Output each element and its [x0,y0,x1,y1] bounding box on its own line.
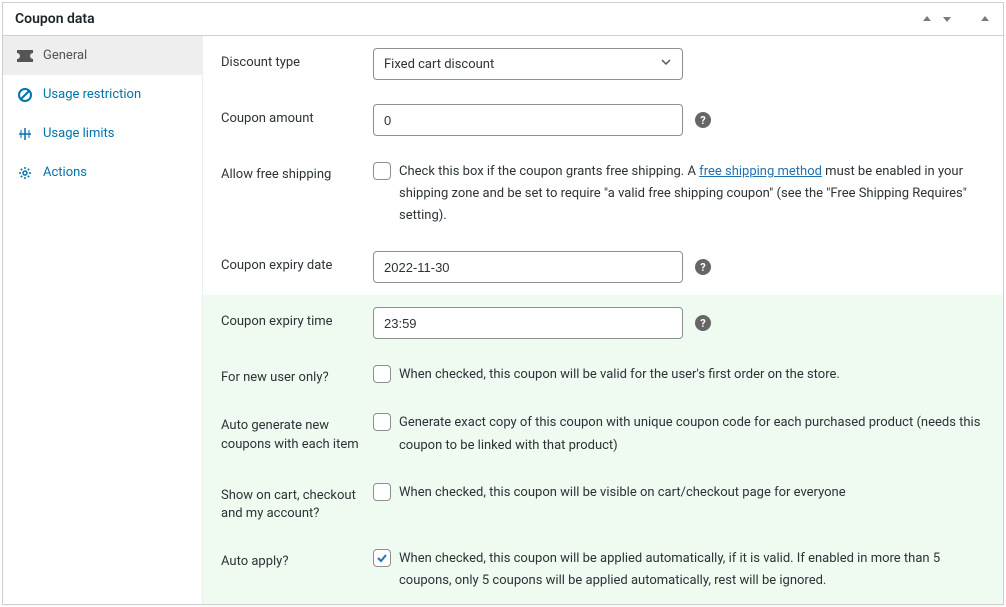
move-up-icon[interactable] [921,13,933,25]
sidebar: General Usage restriction Usage limits A… [3,36,203,604]
row-coupon-amount: Coupon amount ? [203,92,1003,148]
move-down-icon[interactable] [941,13,953,25]
panel-header-controls [921,13,991,25]
label-coupon-amount: Coupon amount [221,104,373,128]
label-new-user: For new user only? [221,363,373,387]
discount-type-select[interactable]: Fixed cart discount [373,48,683,80]
row-new-user: For new user only? When checked, this co… [203,351,1003,399]
label-auto-generate: Auto generate new coupons with each item [221,411,373,453]
row-free-shipping: Allow free shipping Check this box if th… [203,148,1003,239]
sidebar-item-usage-limits[interactable]: Usage limits [3,114,202,153]
gear-icon [17,166,33,180]
collapse-toggle-icon[interactable] [979,13,991,25]
ban-icon [17,88,33,102]
new-user-desc: When checked, this coupon will be valid … [399,363,840,386]
new-user-checkbox[interactable] [373,365,391,383]
row-discount-type: Discount type Fixed cart discount [203,36,1003,92]
row-expiry-time: Coupon expiry time ? [203,295,1003,351]
chevron-down-icon [660,56,672,72]
panel-header: Coupon data [3,3,1003,36]
sidebar-item-label: Actions [43,165,87,180]
auto-apply-desc: When checked, this coupon will be applie… [399,547,969,592]
label-discount-type: Discount type [221,48,373,72]
sidebar-item-usage-restriction[interactable]: Usage restriction [3,75,202,114]
extended-options-block: Coupon expiry time ? For new user only? … [203,295,1003,604]
row-expiry-date: Coupon expiry date ? [203,239,1003,295]
panel-body: General Usage restriction Usage limits A… [3,36,1003,604]
discount-type-value: Fixed cart discount [384,57,494,72]
label-expiry-time: Coupon expiry time [221,307,373,331]
free-shipping-desc: Check this box if the coupon grants free… [399,160,985,227]
help-icon[interactable]: ? [695,112,711,128]
sidebar-item-actions[interactable]: Actions [3,153,202,192]
panel-title: Coupon data [15,11,95,27]
auto-generate-desc: Generate exact copy of this coupon with … [399,411,985,456]
sidebar-item-label: Usage limits [43,126,114,141]
limits-icon [17,127,33,141]
sidebar-item-label: Usage restriction [43,87,141,102]
help-icon[interactable]: ? [695,259,711,275]
row-auto-generate: Auto generate new coupons with each item… [203,399,1003,468]
sidebar-item-general[interactable]: General [3,36,202,75]
expiry-date-input[interactable] [373,251,683,283]
free-shipping-link[interactable]: free shipping method [699,164,822,179]
auto-apply-checkbox[interactable] [373,549,391,567]
row-auto-apply: Auto apply? When checked, this coupon wi… [203,535,1003,604]
free-shipping-checkbox[interactable] [373,162,391,180]
label-show-cart: Show on cart, checkout and my account? [221,481,373,523]
help-icon[interactable]: ? [695,315,711,331]
sidebar-item-label: General [43,48,87,63]
row-show-cart: Show on cart, checkout and my account? W… [203,469,1003,535]
label-expiry-date: Coupon expiry date [221,251,373,275]
label-free-shipping: Allow free shipping [221,160,373,184]
auto-generate-checkbox[interactable] [373,413,391,431]
expiry-time-input[interactable] [373,307,683,339]
label-auto-apply: Auto apply? [221,547,373,571]
show-cart-desc: When checked, this coupon will be visibl… [399,481,846,504]
show-cart-checkbox[interactable] [373,483,391,501]
coupon-data-panel: Coupon data General [2,2,1004,605]
coupon-amount-input[interactable] [373,104,683,136]
content: Discount type Fixed cart discount Coupon… [203,36,1003,604]
ticket-icon [17,50,33,62]
